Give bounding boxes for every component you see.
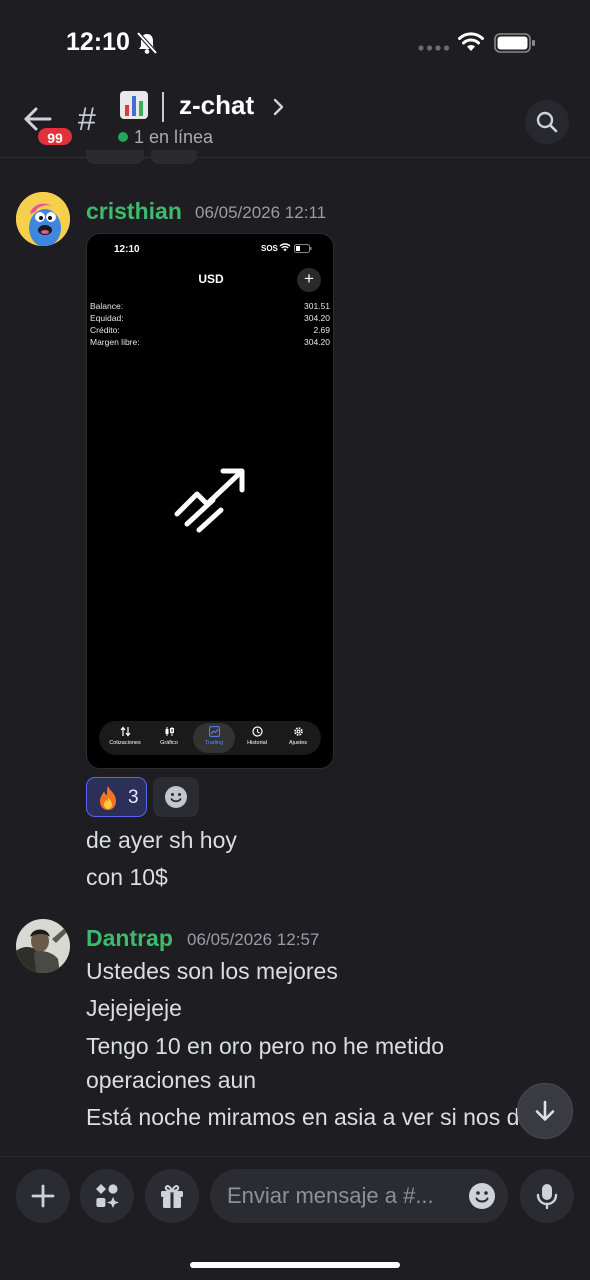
account-row: Margen libre: 304.20 — [90, 337, 330, 349]
tab-label: Trading — [204, 740, 224, 746]
home-indicator[interactable] — [190, 1262, 400, 1268]
apps-button[interactable] — [80, 1169, 134, 1223]
bar-chart-emoji-icon — [120, 91, 148, 119]
account-label: Margen libre: — [90, 337, 140, 347]
emoji-icon[interactable] — [468, 1182, 496, 1210]
account-label: Crédito: — [90, 325, 120, 335]
attachment-battery-icon — [294, 244, 312, 253]
reaction-fire[interactable]: 3 — [86, 777, 147, 817]
voice-message-button[interactable] — [520, 1169, 574, 1223]
username[interactable]: Dantrap — [86, 925, 173, 952]
account-value: 2.69 — [313, 325, 330, 335]
channel-divider — [162, 92, 164, 122]
plus-icon — [31, 1184, 55, 1208]
apps-icon — [96, 1184, 119, 1208]
signal-dots-icon — [418, 45, 450, 51]
channel-name[interactable]: z-chat — [179, 90, 254, 121]
chevron-right-icon[interactable] — [272, 98, 284, 116]
image-attachment[interactable]: 12:10 SOS USD + Balance: 301.51 Equidad:… — [86, 233, 334, 769]
clock-icon — [251, 726, 263, 737]
tab-cotizaciones: Cotizaciones — [103, 723, 147, 753]
tab-label: Gráfico — [160, 740, 178, 746]
arrow-down-icon — [535, 1100, 555, 1121]
message-text: Tengo 10 en oro pero no he metido — [86, 1033, 445, 1059]
reaction-count: 3 — [128, 787, 139, 808]
scroll-to-bottom-button[interactable] — [517, 1083, 573, 1139]
microphone-icon — [536, 1184, 558, 1210]
message-text: con 10$ — [86, 864, 168, 890]
tab-grafico: Gráfico — [147, 723, 191, 753]
tab-label: Ajustes — [288, 740, 308, 746]
timestamp: 06/05/2026 12:11 — [195, 203, 327, 222]
attachment-tab-bar: Cotizaciones Gráfico Trading Historial A… — [99, 721, 321, 755]
avatar[interactable] — [16, 192, 70, 246]
account-label: Equidad: — [90, 313, 124, 323]
battery-icon — [494, 33, 535, 53]
add-reaction-button[interactable] — [153, 777, 199, 817]
trading-logo-icon — [174, 468, 245, 533]
candles-icon — [165, 727, 174, 736]
timestamp: 06/05/2026 12:57 — [187, 930, 320, 949]
tab-ajustes: Ajustes — [276, 723, 320, 753]
account-value: 304.20 — [304, 337, 330, 347]
message-text: Ustedes son los mejores — [86, 958, 338, 984]
arrows-icon — [120, 726, 130, 737]
chart-icon — [208, 726, 220, 737]
status-bar: 12:10 — [0, 0, 590, 80]
avatar-image — [16, 919, 70, 973]
tab-historial: Historial — [235, 723, 279, 753]
previous-reaction[interactable] — [151, 150, 197, 164]
attach-button[interactable] — [16, 1169, 70, 1223]
account-label: Balance: — [90, 301, 124, 311]
channel-header: 99 # z-chat 1 en línea — [0, 80, 590, 158]
search-button[interactable] — [525, 100, 569, 144]
online-indicator — [118, 132, 128, 142]
attachment-plus: + — [297, 268, 321, 292]
tab-trading: Trading — [193, 723, 235, 753]
account-value: 301.51 — [304, 301, 330, 311]
tab-label: Historial — [247, 740, 267, 746]
message-text: Jejejejeje — [86, 995, 182, 1021]
account-row: Equidad: 304.20 — [90, 313, 330, 325]
status-time: 12:10 — [66, 28, 130, 56]
online-status: 1 en línea — [134, 127, 214, 147]
username[interactable]: cristhian — [86, 198, 182, 225]
tab-label: Cotizaciones — [109, 740, 141, 746]
previous-reaction[interactable] — [86, 150, 144, 164]
gear-icon — [293, 727, 303, 736]
account-row: Crédito: 2.69 — [90, 325, 330, 337]
unread-badge: 99 — [36, 126, 74, 147]
message-input-placeholder: Enviar mensaje a #... — [227, 1183, 434, 1208]
attachment-wifi-icon — [279, 243, 291, 252]
attachment-sos: SOS — [261, 244, 278, 253]
gift-button[interactable] — [145, 1169, 199, 1223]
message-text: de ayer sh hoy — [86, 827, 237, 853]
account-value: 304.20 — [304, 313, 330, 323]
wifi-icon — [458, 32, 484, 51]
hash-icon: # — [78, 101, 96, 137]
gift-icon — [161, 1185, 183, 1208]
avatar[interactable] — [16, 919, 70, 973]
message-text: operaciones aun — [86, 1067, 257, 1093]
message-text: Está noche miramos en asia a ver si nos … — [86, 1104, 520, 1130]
fire-icon — [100, 786, 116, 810]
attachment-status-time: 12:10 — [114, 244, 140, 255]
account-row: Balance: 301.51 — [90, 301, 330, 313]
add-reaction-icon — [165, 786, 187, 808]
message-input[interactable]: Enviar mensaje a #... — [210, 1169, 508, 1223]
bell-slash-icon — [136, 31, 158, 55]
avatar-image — [16, 192, 70, 246]
search-icon — [536, 111, 558, 133]
